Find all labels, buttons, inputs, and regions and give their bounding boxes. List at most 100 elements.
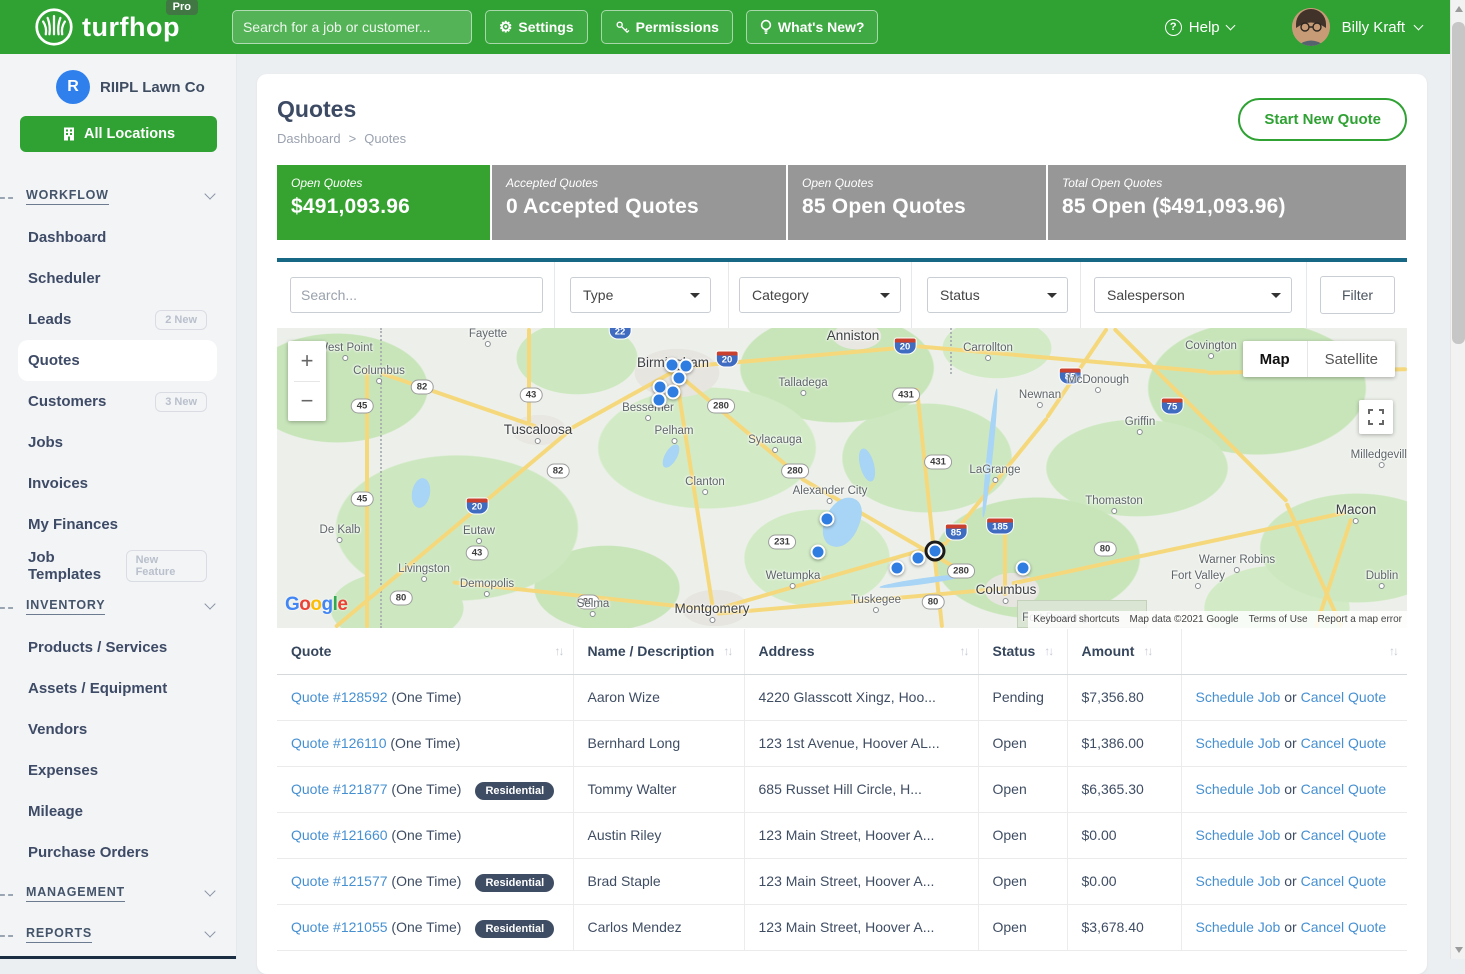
sidebar-item-customers[interactable]: Customers 3 New [0, 381, 236, 422]
sidebar-item-products-services[interactable]: Products / Services [0, 627, 236, 668]
sort-icon[interactable]: ↑↓ [1389, 644, 1397, 658]
cell-address: 123 1st Avenue, Hoover AL... [744, 720, 978, 766]
global-search-input[interactable] [232, 10, 472, 44]
schedule-job-link[interactable]: Schedule Job [1196, 689, 1281, 705]
sidebar-item-assets-equipment[interactable]: Assets / Equipment [0, 668, 236, 709]
quote-link[interactable]: Quote #121877 [291, 781, 388, 797]
cancel-quote-link[interactable]: Cancel Quote [1301, 735, 1387, 751]
whats-new-button[interactable]: What's New? [746, 10, 879, 44]
quote-link[interactable]: Quote #128592 [291, 689, 388, 705]
user-name[interactable]: Billy Kraft [1342, 19, 1405, 36]
scrollbar-thumb[interactable] [1452, 22, 1465, 344]
cell-address: 123 Main Street, Hoover A... [744, 812, 978, 858]
map-city-label: Fort Valley [1171, 570, 1225, 589]
filter-button[interactable]: Filter [1320, 276, 1395, 314]
schedule-job-link[interactable]: Schedule Job [1196, 735, 1281, 751]
cell-address: 123 Main Street, Hoover A... [744, 858, 978, 904]
scroll-down-arrow-icon[interactable] [1455, 947, 1463, 953]
chevron-down-icon [1225, 20, 1235, 30]
cancel-quote-link[interactable]: Cancel Quote [1301, 689, 1387, 705]
all-locations-button[interactable]: All Locations [20, 116, 217, 152]
quote-map-marker[interactable] [652, 393, 667, 408]
section-workflow[interactable]: Workflow [0, 176, 236, 217]
sort-icon[interactable]: ↑↓ [960, 644, 968, 658]
google-logo[interactable]: Google [285, 594, 347, 616]
fullscreen-button[interactable] [1359, 400, 1393, 434]
sidebar-item-dashboard[interactable]: Dashboard [0, 217, 236, 258]
cancel-quote-link[interactable]: Cancel Quote [1301, 919, 1387, 935]
sort-icon[interactable]: ↑↓ [555, 644, 563, 658]
column-header-quote[interactable]: Quote↑↓ [277, 629, 573, 674]
quote-link[interactable]: Quote #121660 [291, 827, 388, 843]
section-reports[interactable]: Reports [0, 914, 236, 955]
column-header-actions[interactable]: ↑↓ [1181, 629, 1407, 674]
column-header-status[interactable]: Status↑↓ [978, 629, 1067, 674]
quote-map-marker[interactable] [911, 551, 926, 566]
map-attribution: Keyboard shortcuts Map data ©2021 Google… [1028, 611, 1407, 628]
sidebar-item-leads[interactable]: Leads 2 New [0, 299, 236, 340]
quote-map-marker-selected[interactable] [928, 544, 943, 559]
cancel-quote-link[interactable]: Cancel Quote [1301, 781, 1387, 797]
zoom-in-button[interactable]: + [288, 341, 326, 381]
schedule-job-link[interactable]: Schedule Job [1196, 873, 1281, 889]
breadcrumb-dashboard[interactable]: Dashboard [277, 131, 341, 146]
brand-logo[interactable]: turfhop Pro [34, 7, 180, 47]
terms-of-use-link[interactable]: Terms of Use [1244, 611, 1313, 628]
satellite-view-button[interactable]: Satellite [1308, 341, 1395, 377]
sort-icon[interactable]: ↑↓ [1044, 644, 1052, 658]
quotes-search-input[interactable] [290, 277, 543, 313]
user-avatar[interactable] [1292, 8, 1330, 46]
keyboard-shortcuts-link[interactable]: Keyboard shortcuts [1028, 611, 1124, 628]
type-filter-select[interactable]: Type [570, 277, 711, 313]
category-filter-select[interactable]: Category [739, 277, 901, 313]
quote-map-marker[interactable] [1016, 561, 1031, 576]
cell-amount: $6,365.30 [1067, 766, 1181, 812]
sidebar-item-quotes[interactable]: Quotes [18, 340, 217, 381]
zoom-out-button[interactable]: − [288, 382, 326, 422]
sidebar-item-invoices[interactable]: Invoices [0, 463, 236, 504]
sidebar-item-mileage[interactable]: Mileage [0, 791, 236, 832]
map-city-label: Demopolis [460, 578, 514, 597]
section-management[interactable]: Management [0, 873, 236, 914]
quote-link[interactable]: Quote #121055 [291, 919, 388, 935]
sidebar-item-my-finances[interactable]: My Finances [0, 504, 236, 545]
start-new-quote-button[interactable]: Start New Quote [1238, 98, 1407, 141]
schedule-job-link[interactable]: Schedule Job [1196, 919, 1281, 935]
cell-status: Open [978, 812, 1067, 858]
sort-icon[interactable]: ↑↓ [723, 644, 731, 658]
cancel-quote-link[interactable]: Cancel Quote [1301, 873, 1387, 889]
help-menu[interactable]: ? Help [1165, 19, 1234, 36]
settings-button[interactable]: ⚙ Settings [485, 10, 588, 44]
sidebar-item-scheduler[interactable]: Scheduler [0, 258, 236, 299]
schedule-job-link[interactable]: Schedule Job [1196, 827, 1281, 843]
sidebar-item-job-templates[interactable]: Job Templates New Feature [0, 545, 236, 586]
quote-map-marker[interactable] [890, 561, 905, 576]
column-header-name[interactable]: Name / Description↑↓ [573, 629, 744, 674]
sidebar-item-vendors[interactable]: Vendors [0, 709, 236, 750]
sidebar-item-purchase-orders[interactable]: Purchase Orders [0, 832, 236, 873]
quote-link[interactable]: Quote #121577 [291, 873, 388, 889]
status-filter-select[interactable]: Status [927, 277, 1068, 313]
browser-scrollbar[interactable] [1450, 0, 1465, 959]
map-view-button[interactable]: Map [1243, 341, 1307, 377]
company-account[interactable]: R RIIPL Lawn Co [56, 70, 236, 104]
cancel-quote-link[interactable]: Cancel Quote [1301, 827, 1387, 843]
quote-map-marker[interactable] [666, 385, 681, 400]
quote-map-marker[interactable] [811, 545, 826, 560]
salesperson-filter-select[interactable]: Salesperson [1094, 277, 1292, 313]
report-map-error-link[interactable]: Report a map error [1313, 611, 1407, 628]
sort-icon[interactable]: ↑↓ [1143, 644, 1151, 658]
quotes-map[interactable]: 22 20 20 20 85 85 185 75 82 82 45 45 43 … [277, 328, 1407, 628]
column-header-address[interactable]: Address↑↓ [744, 629, 978, 674]
sidebar-item-expenses[interactable]: Expenses [0, 750, 236, 791]
schedule-job-link[interactable]: Schedule Job [1196, 781, 1281, 797]
scroll-up-arrow-icon[interactable] [1455, 6, 1463, 12]
sidebar-item-jobs[interactable]: Jobs [0, 422, 236, 463]
quote-map-marker[interactable] [672, 371, 687, 386]
chevron-down-icon[interactable] [1414, 20, 1424, 30]
quote-map-marker[interactable] [820, 512, 835, 527]
column-header-amount[interactable]: Amount↑↓ [1067, 629, 1181, 674]
quote-link[interactable]: Quote #126110 [291, 735, 387, 751]
permissions-button[interactable]: Permissions [601, 10, 733, 44]
section-inventory[interactable]: Inventory [0, 586, 236, 627]
